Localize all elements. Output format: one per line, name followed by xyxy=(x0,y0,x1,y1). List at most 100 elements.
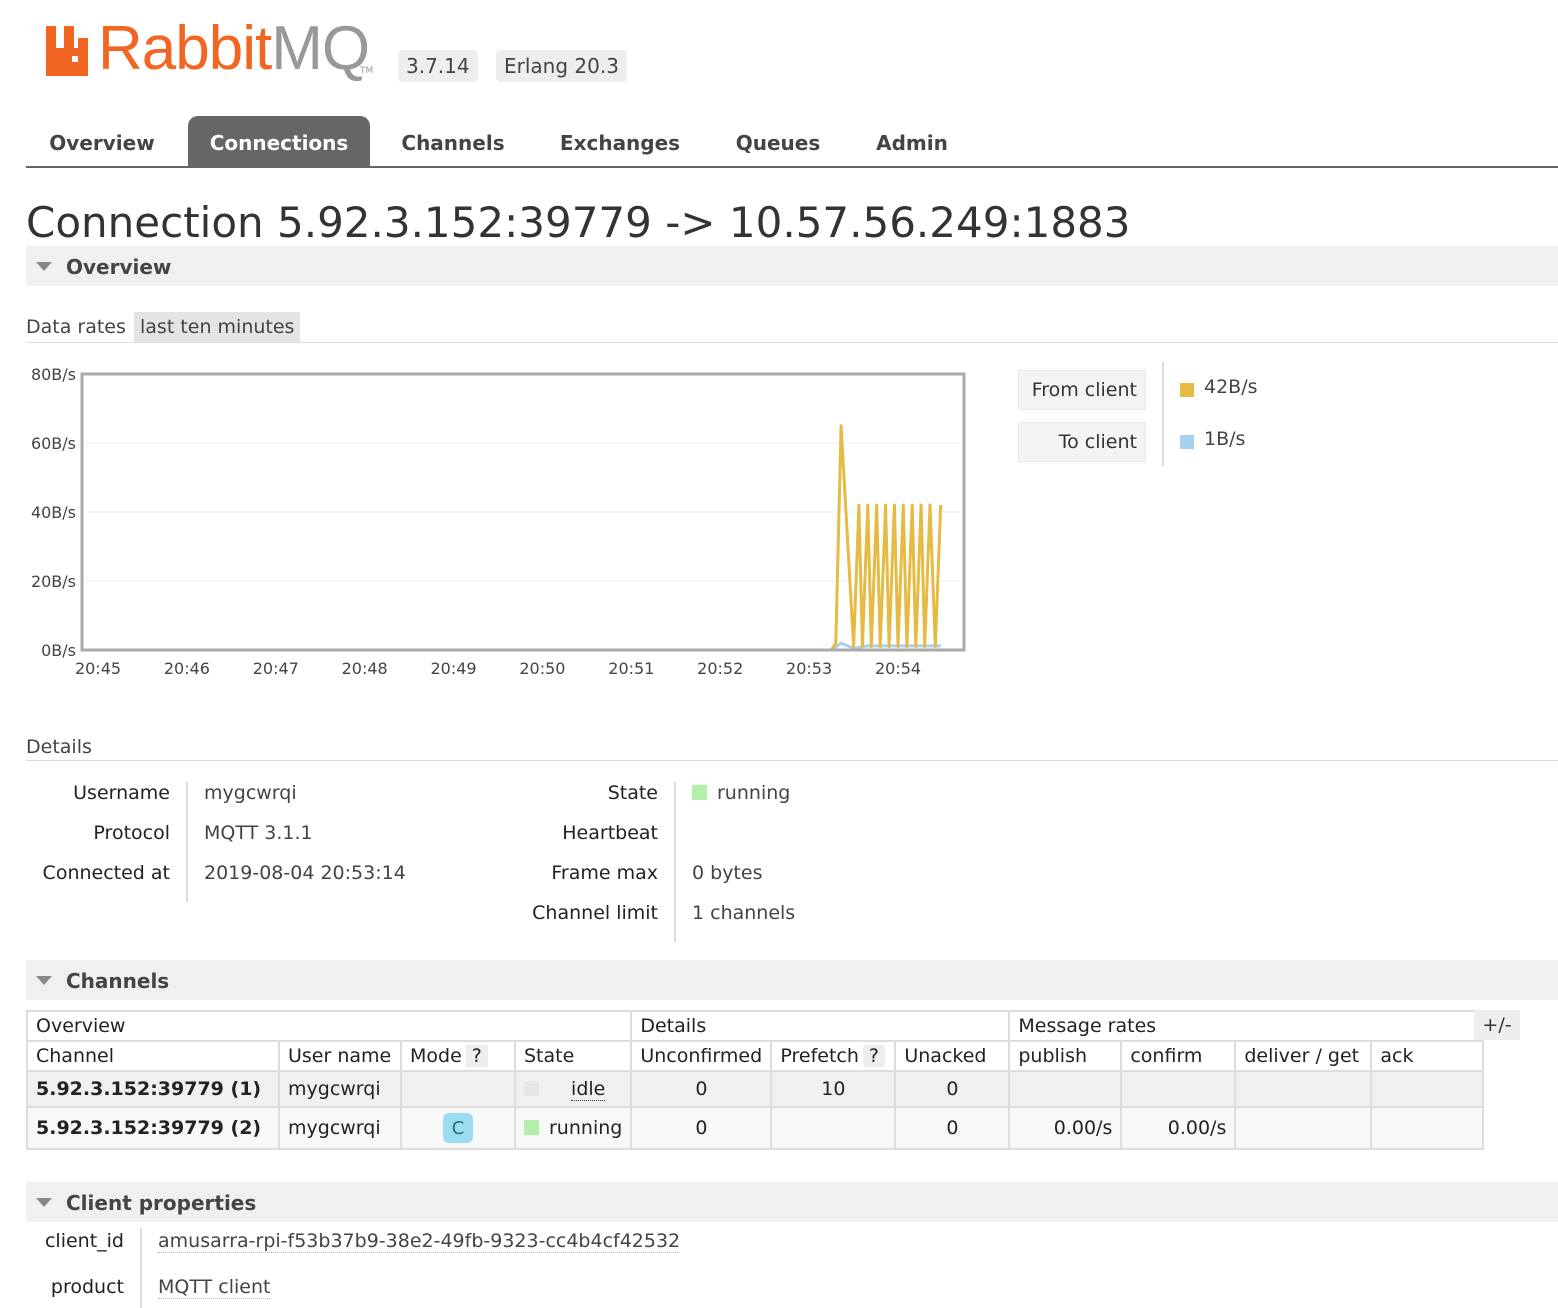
channel-link[interactable]: 5.92.3.152:39779 (1) xyxy=(26,1070,280,1108)
tab-channels[interactable]: Channels xyxy=(388,116,518,166)
properties-divider xyxy=(140,1228,142,1308)
tab-connections[interactable]: Connections xyxy=(188,116,370,166)
col-ack[interactable]: ack xyxy=(1370,1040,1485,1072)
publish-cell xyxy=(1008,1070,1123,1108)
data-rates-label: Data rates xyxy=(26,316,126,338)
table-row: 5.92.3.152:39779 (2) mygcwrqi C running … xyxy=(26,1106,1485,1150)
deliver-get-cell xyxy=(1234,1070,1373,1108)
state-text[interactable]: idle xyxy=(571,1078,606,1101)
section-title: Channels xyxy=(66,969,170,993)
col-mode-label: Mode xyxy=(410,1045,462,1067)
rate-range-selector[interactable]: last ten minutes xyxy=(134,312,301,342)
group-header-message-rates: Message rates xyxy=(1008,1010,1485,1042)
col-mode[interactable]: Mode? xyxy=(400,1040,516,1072)
channel-link[interactable]: 5.92.3.152:39779 (2) xyxy=(26,1106,280,1150)
section-title: Client properties xyxy=(66,1191,257,1215)
product-value: MQTT client xyxy=(158,1276,271,1299)
prefetch-cell: 10 xyxy=(770,1070,897,1108)
col-deliver-get[interactable]: deliver / get xyxy=(1234,1040,1373,1072)
tab-queues[interactable]: Queues xyxy=(724,116,832,166)
from-client-line xyxy=(98,424,943,652)
brand-wordmark: RabbitMQ xyxy=(98,14,370,83)
legend-divider xyxy=(1162,362,1164,466)
ack-cell xyxy=(1370,1106,1485,1150)
col-channel[interactable]: Channel xyxy=(26,1040,280,1072)
channel-limit-label: Channel limit xyxy=(532,902,658,924)
x-tick-label: 20:54 xyxy=(875,659,921,678)
collapse-triangle-icon xyxy=(36,1198,52,1207)
state-value: running xyxy=(692,782,790,804)
legend-from-client[interactable]: From client xyxy=(1018,370,1146,410)
mode-cell: C xyxy=(400,1106,516,1150)
page-title: Connection 5.92.3.152:39779 -> 10.57.56.… xyxy=(26,198,1131,247)
channel-limit-value: 1 channels xyxy=(692,902,796,924)
rabbitmq-logo[interactable]: RabbitMQ TM xyxy=(44,14,384,83)
state-label: State xyxy=(607,782,658,804)
tab-overview[interactable]: Overview xyxy=(26,116,178,166)
column-toggle-button[interactable]: +/- xyxy=(1474,1010,1520,1040)
col-confirm[interactable]: confirm xyxy=(1120,1040,1237,1072)
frame-max-value: 0 bytes xyxy=(692,862,763,884)
col-prefetch[interactable]: Prefetch? xyxy=(770,1040,897,1072)
col-unconfirmed[interactable]: Unconfirmed xyxy=(630,1040,773,1072)
details-divider xyxy=(186,782,188,902)
confirm-cell xyxy=(1120,1070,1237,1108)
tab-admin[interactable]: Admin xyxy=(866,116,958,166)
mode-badge: C xyxy=(443,1113,473,1143)
from-client-rate: 42B/s xyxy=(1204,376,1258,398)
state-indicator xyxy=(524,1081,539,1096)
state-text: running xyxy=(717,782,791,804)
collapse-triangle-icon xyxy=(36,262,52,271)
x-tick-label: 20:46 xyxy=(164,659,210,678)
heartbeat-label: Heartbeat xyxy=(562,822,658,844)
erlang-badge: Erlang 20.3 xyxy=(496,50,627,82)
divider xyxy=(26,342,1558,343)
frame-max-label: Frame max xyxy=(551,862,658,884)
legend-to-client[interactable]: To client xyxy=(1018,422,1146,462)
main-nav: Overview Connections Channels Exchanges … xyxy=(26,116,1558,168)
client-id-value: amusarra-rpi-f53b37b9-38e2-49fb-9323-cc4… xyxy=(158,1230,681,1253)
mode-help-button[interactable]: ? xyxy=(465,1045,488,1067)
x-tick-label: 20:50 xyxy=(519,659,565,678)
col-state[interactable]: State xyxy=(513,1040,633,1072)
x-tick-label: 20:53 xyxy=(786,659,832,678)
x-axis: 20:45 20:46 20:47 20:48 20:49 20:50 20:51 20:52… xyxy=(75,659,921,678)
unacked-cell: 0 xyxy=(894,1070,1011,1108)
unacked-cell: 0 xyxy=(894,1106,1011,1150)
col-prefetch-label: Prefetch xyxy=(780,1045,859,1067)
chart-grid xyxy=(82,373,964,651)
client-properties-section-toggle[interactable]: Client properties xyxy=(26,1182,1558,1222)
tab-exchanges[interactable]: Exchanges xyxy=(548,116,692,166)
col-user-name[interactable]: User name xyxy=(278,1040,402,1072)
table-row: 5.92.3.152:39779 (1) mygcwrqi idle 0 10 … xyxy=(26,1070,1485,1108)
divider xyxy=(26,760,1558,761)
trademark: TM xyxy=(360,66,374,76)
x-tick-label: 20:52 xyxy=(697,659,743,678)
product-label: product xyxy=(50,1276,124,1298)
publish-cell: 0.00/s xyxy=(1008,1106,1123,1150)
details-divider xyxy=(674,782,676,942)
state-indicator xyxy=(692,785,707,800)
y-tick-label: 80B/s xyxy=(31,365,76,384)
protocol-value: MQTT 3.1.1 xyxy=(204,822,313,844)
user-name-cell: mygcwrqi xyxy=(278,1070,402,1108)
to-client-swatch xyxy=(1180,435,1194,449)
y-tick-label: 40B/s xyxy=(31,503,76,522)
mode-cell xyxy=(400,1070,516,1108)
state-indicator xyxy=(524,1120,539,1135)
ack-cell xyxy=(1370,1070,1485,1108)
col-publish[interactable]: publish xyxy=(1008,1040,1123,1072)
col-unacked[interactable]: Unacked xyxy=(894,1040,1011,1072)
state-text: running xyxy=(549,1117,623,1139)
protocol-label: Protocol xyxy=(93,822,170,844)
overview-section-toggle[interactable]: Overview xyxy=(26,246,1558,286)
connected-at-label: Connected at xyxy=(42,862,170,884)
x-tick-label: 20:48 xyxy=(342,659,388,678)
confirm-cell: 0.00/s xyxy=(1120,1106,1237,1150)
channels-section-toggle[interactable]: Channels xyxy=(26,960,1558,1000)
state-cell: idle xyxy=(513,1070,633,1108)
unconfirmed-cell: 0 xyxy=(630,1070,773,1108)
channels-table: Overview Details Message rates Channel U… xyxy=(25,1010,1485,1150)
prefetch-help-button[interactable]: ? xyxy=(862,1045,885,1067)
y-tick-label: 0B/s xyxy=(41,641,76,660)
